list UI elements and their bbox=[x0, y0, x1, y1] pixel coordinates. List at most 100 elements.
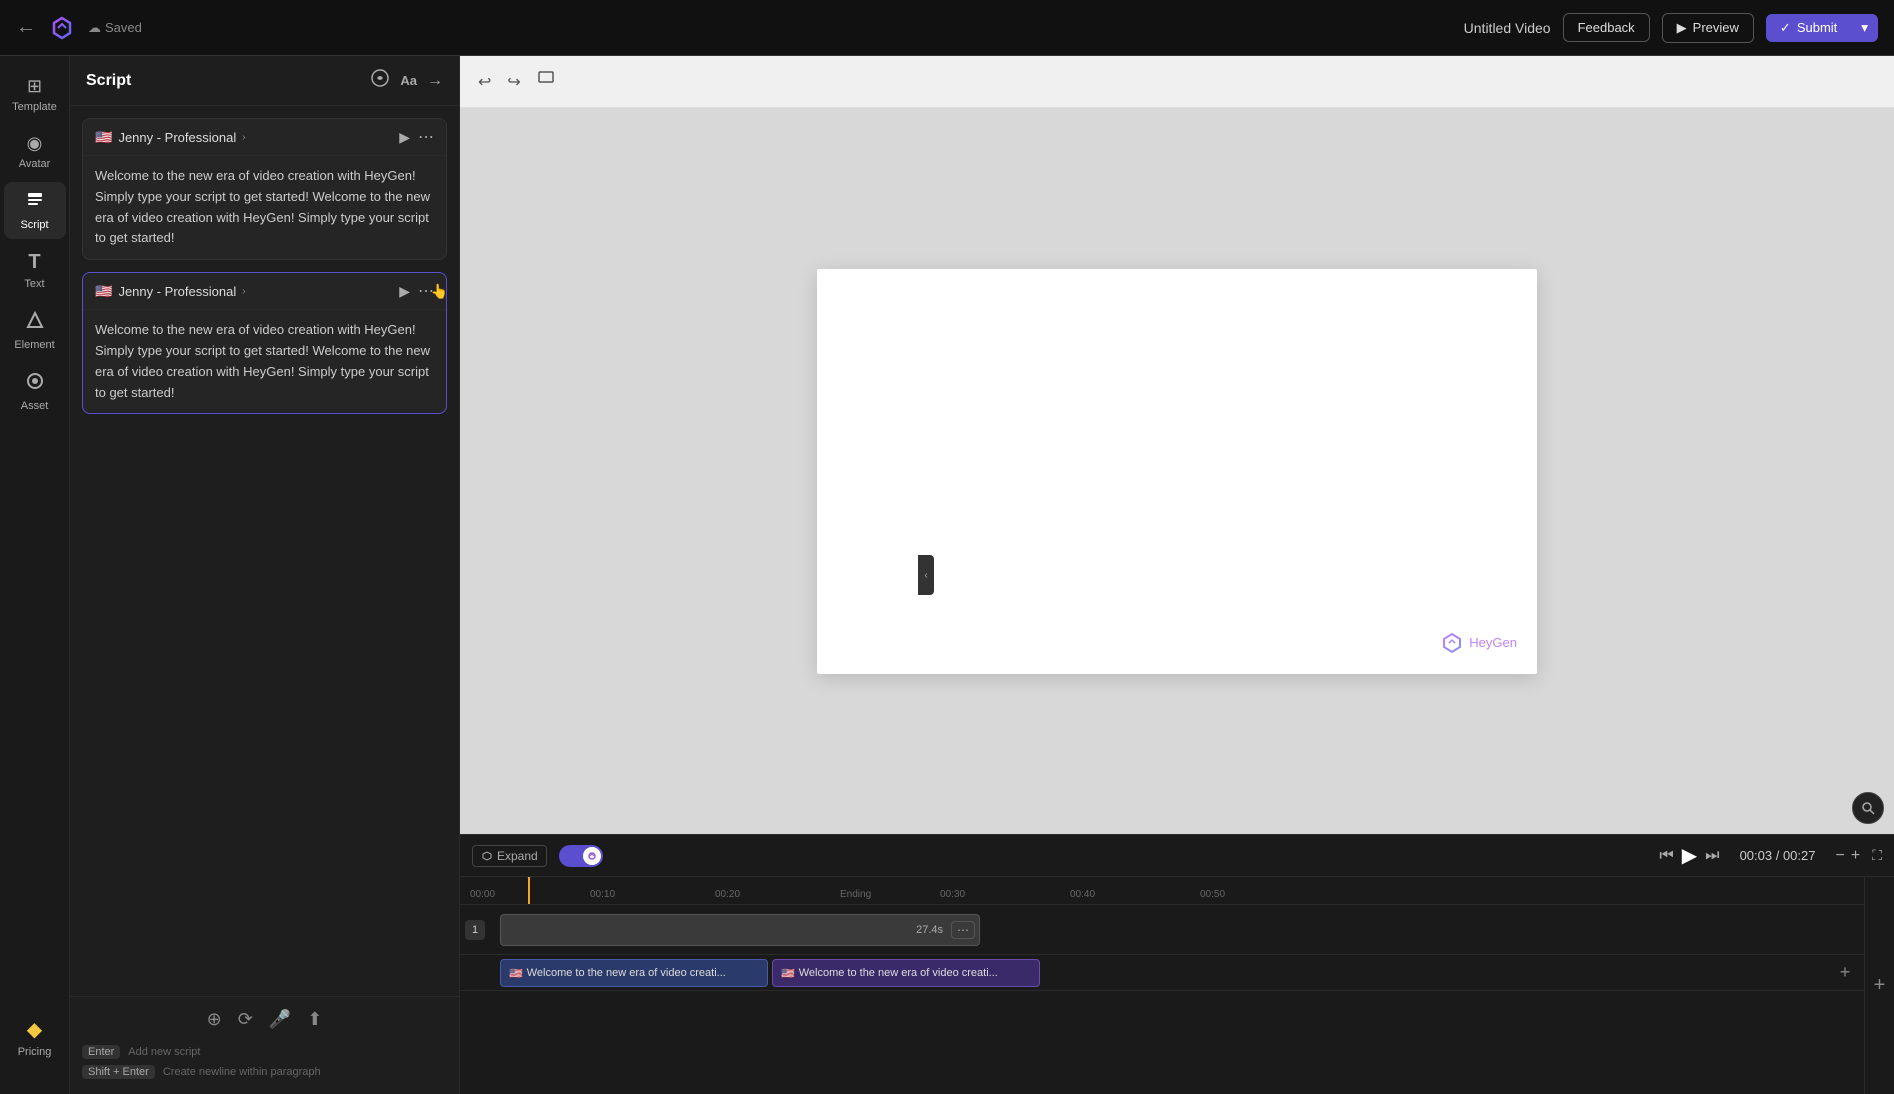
asset-icon bbox=[25, 371, 45, 396]
sidebar-item-element[interactable]: Element bbox=[4, 302, 66, 359]
topbar: ← ☁ Saved Untitled Video Feedback ▶ Pre bbox=[0, 0, 1894, 56]
ruler-mark-30: Ending bbox=[840, 889, 871, 900]
submit-button[interactable]: ✓ Submit bbox=[1766, 14, 1851, 42]
canvas-viewport: HeyGen bbox=[460, 108, 1894, 834]
canvas-slide[interactable]: HeyGen bbox=[817, 269, 1537, 674]
expand-button[interactable]: Expand bbox=[472, 845, 547, 867]
clip-2[interactable]: 🇺🇸 Welcome to the new era of video creat… bbox=[772, 959, 1040, 987]
playhead bbox=[528, 877, 530, 904]
hint-row-2: Shift + Enter Create newline within para… bbox=[82, 1062, 447, 1082]
script-panel-header: Script Aa → bbox=[70, 56, 459, 106]
ruler-mark-0: 00:00 bbox=[470, 889, 495, 900]
ruler-mark-40: 00:40 bbox=[1070, 889, 1095, 900]
mic-button[interactable]: 🎤 bbox=[269, 1009, 291, 1030]
script-content: 🇺🇸 Jenny - Professional › ▶ ⋯ Welcome to… bbox=[70, 106, 459, 996]
feedback-button[interactable]: Feedback bbox=[1563, 13, 1650, 42]
timeline-ruler: 00:00 00:10 00:20 Ending 00:30 00:40 00:… bbox=[460, 877, 1864, 905]
toggle-knob bbox=[583, 847, 601, 865]
add-script-hint: Add new script bbox=[128, 1046, 200, 1058]
avatar-selector-2[interactable]: 🇺🇸 Jenny - Professional › bbox=[95, 283, 246, 300]
timeline: Expand ⏮ ▶ ⏭ 00:03 bbox=[460, 834, 1894, 1094]
undo-button[interactable]: ↩ bbox=[474, 68, 495, 96]
saved-status: ☁ Saved bbox=[88, 20, 142, 36]
enter-key-hint: Enter bbox=[82, 1045, 120, 1059]
sidebar-item-avatar[interactable]: ◉ Avatar bbox=[4, 125, 66, 178]
zoom-indicator[interactable] bbox=[1852, 792, 1884, 824]
topbar-right: Untitled Video Feedback ▶ Preview ✓ Subm… bbox=[1464, 13, 1878, 43]
timeline-body: 00:00 00:10 00:20 Ending 00:30 00:40 00:… bbox=[460, 877, 1894, 1094]
avatar-mode-toggle[interactable] bbox=[559, 845, 603, 867]
shift-enter-key-hint: Shift + Enter bbox=[82, 1065, 155, 1079]
add-script-button[interactable]: ⊕ bbox=[207, 1009, 222, 1030]
skip-back-button[interactable]: ⏮ bbox=[1659, 847, 1673, 865]
play-button-1[interactable]: ▶ bbox=[399, 129, 410, 146]
avatar-name-1: Jenny - Professional bbox=[118, 130, 236, 145]
flag-icon-2: 🇺🇸 bbox=[95, 283, 112, 300]
timeline-side: + bbox=[1864, 877, 1894, 1094]
preview-button[interactable]: ▶ Preview bbox=[1662, 13, 1754, 43]
clip-row: 🇺🇸 Welcome to the new era of video creat… bbox=[460, 955, 1864, 991]
watermark-text: HeyGen bbox=[1469, 635, 1517, 650]
more-button-2[interactable]: ⋯ 👆 bbox=[418, 281, 434, 301]
ruler-mark-20: 00:20 bbox=[715, 889, 740, 900]
expand-panel-icon[interactable]: → bbox=[427, 72, 443, 90]
preview-icon: ▶ bbox=[1677, 20, 1687, 36]
right-panel: ↩ ↪ bbox=[460, 56, 1894, 1094]
track-content-1: 27.4s ⋯ bbox=[490, 905, 1864, 954]
zoom-out-button[interactable]: − bbox=[1836, 847, 1845, 865]
script-text-1[interactable]: Welcome to the new era of video creation… bbox=[83, 156, 446, 259]
clip-2-flag: 🇺🇸 bbox=[781, 967, 795, 980]
script-footer: ⊕ ⟳ 🎤 ⬆ Enter Add new script Shift + Ent… bbox=[70, 996, 459, 1094]
fullscreen-button[interactable]: ⛶ bbox=[1872, 847, 1882, 864]
text-icon: T bbox=[28, 251, 40, 274]
segment-more-button[interactable]: ⋯ bbox=[951, 921, 975, 939]
script-icon bbox=[25, 190, 45, 215]
submit-group: ✓ Submit ▾ bbox=[1766, 14, 1878, 42]
redo-button[interactable]: ↪ bbox=[503, 68, 524, 96]
script-block-2: 🇺🇸 Jenny - Professional › ▶ ⋯ 👆 Welcome … bbox=[82, 272, 447, 414]
collapse-panel-button[interactable]: ‹ bbox=[918, 555, 934, 595]
fit-button[interactable] bbox=[533, 66, 559, 97]
ruler-mark-10: 00:10 bbox=[590, 889, 615, 900]
ai-icon[interactable] bbox=[370, 68, 390, 93]
script-block-2-header: 🇺🇸 Jenny - Professional › ▶ ⋯ 👆 bbox=[83, 273, 446, 310]
script-panel-title: Script bbox=[86, 72, 131, 90]
sidebar-item-script[interactable]: Script bbox=[4, 182, 66, 239]
avatar-selector-1[interactable]: 🇺🇸 Jenny - Professional › bbox=[95, 129, 246, 146]
sidebar-item-template[interactable]: ⊞ Template bbox=[4, 68, 66, 121]
check-icon: ✓ bbox=[1780, 20, 1791, 36]
script-text-2[interactable]: Welcome to the new era of video creation… bbox=[83, 310, 446, 413]
timeline-time: 00:03 / 00:27 bbox=[1740, 848, 1816, 863]
history-button[interactable]: ⟳ bbox=[238, 1009, 253, 1030]
more-button-1[interactable]: ⋯ bbox=[418, 127, 434, 147]
avatar-icon: ◉ bbox=[27, 133, 43, 154]
element-icon bbox=[25, 310, 45, 335]
newline-hint: Create newline within paragraph bbox=[163, 1066, 321, 1078]
track-segment-1[interactable]: 27.4s ⋯ bbox=[500, 914, 980, 946]
topbar-left: ← ☁ Saved bbox=[16, 14, 142, 42]
sidebar-item-pricing[interactable]: ◆ Pricing bbox=[4, 1009, 66, 1066]
clip-2-text: Welcome to the new era of video creati..… bbox=[799, 967, 998, 979]
skip-forward-button[interactable]: ⏭ bbox=[1705, 847, 1719, 865]
heygen-watermark: HeyGen bbox=[1441, 632, 1517, 654]
canvas-area: ↩ ↪ bbox=[460, 56, 1894, 834]
add-clip-button[interactable]: + bbox=[1830, 958, 1860, 988]
canvas-toolbar: ↩ ↪ bbox=[460, 56, 1894, 108]
timeline-play-button[interactable]: ▶ bbox=[1682, 843, 1697, 868]
translate-icon[interactable]: Aa bbox=[400, 73, 417, 88]
sidebar-item-text[interactable]: T Text bbox=[4, 243, 66, 298]
sidebar-item-asset[interactable]: Asset bbox=[4, 363, 66, 420]
play-button-2[interactable]: ▶ bbox=[399, 283, 410, 300]
submit-dropdown-button[interactable]: ▾ bbox=[1851, 14, 1878, 42]
clip-1[interactable]: 🇺🇸 Welcome to the new era of video creat… bbox=[500, 959, 768, 987]
chevron-icon-1: › bbox=[242, 132, 245, 143]
hint-row-1: Enter Add new script bbox=[82, 1042, 447, 1062]
script-block-1: 🇺🇸 Jenny - Professional › ▶ ⋯ Welcome to… bbox=[82, 118, 447, 260]
block-1-actions: ▶ ⋯ bbox=[399, 127, 434, 147]
template-icon: ⊞ bbox=[27, 76, 42, 97]
upload-button[interactable]: ⬆ bbox=[307, 1009, 322, 1030]
icon-nav: ⊞ Template ◉ Avatar Script T Text bbox=[0, 56, 70, 1094]
back-button[interactable]: ← bbox=[16, 16, 36, 39]
zoom-in-button[interactable]: + bbox=[1851, 847, 1860, 865]
add-track-button[interactable]: + bbox=[1874, 974, 1886, 997]
